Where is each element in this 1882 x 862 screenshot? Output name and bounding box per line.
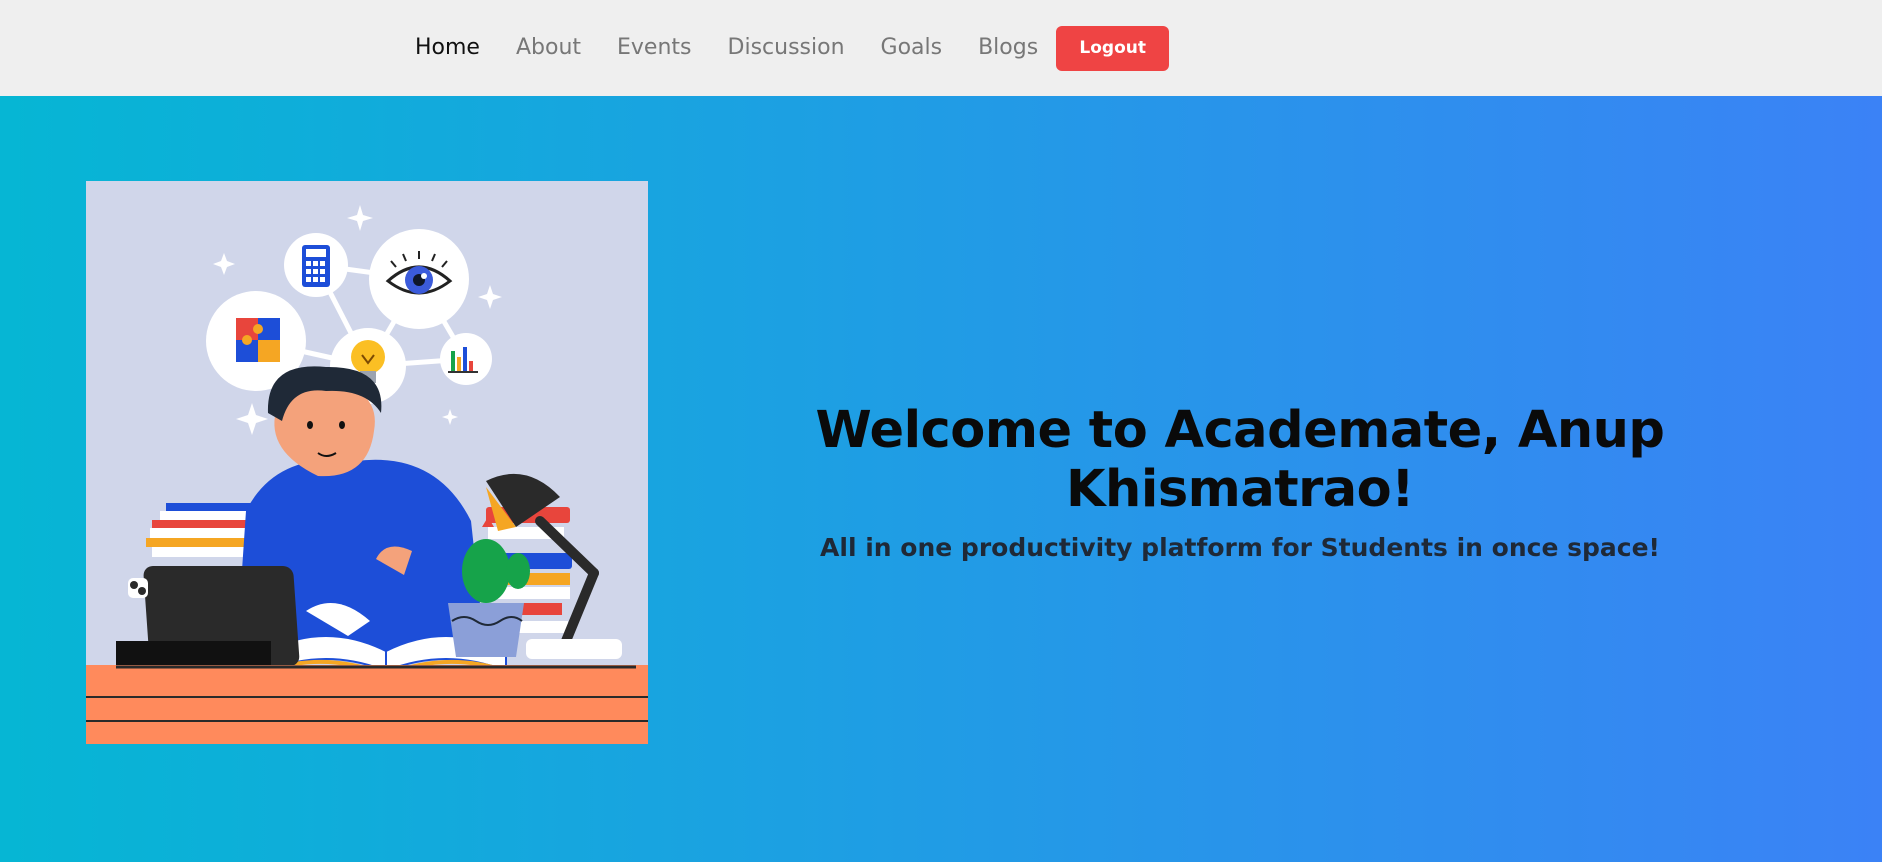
nav-about-link[interactable]: About [516, 25, 581, 71]
hero-text: Welcome to Academate, Anup Khismatrao! A… [680, 401, 1800, 562]
nav-home-link[interactable]: Home [415, 25, 480, 71]
nav-blogs-link[interactable]: Blogs [978, 25, 1038, 71]
nav-goals-link[interactable]: Goals [881, 25, 943, 71]
hero-section: Welcome to Academate, Anup Khismatrao! A… [0, 96, 1882, 862]
student-studying-illustration [86, 181, 648, 744]
desk [86, 665, 648, 744]
welcome-title: Welcome to Academate, Anup Khismatrao! [815, 401, 1665, 519]
nav-events-link[interactable]: Events [617, 25, 692, 71]
logout-button[interactable]: Logout [1056, 25, 1170, 71]
navbar: Home About Events Discussion Goals Blogs… [0, 0, 1882, 96]
calculator-icon [302, 245, 330, 287]
tagline: All in one productivity platform for Stu… [820, 533, 1660, 562]
nav-links: Home About Events Discussion Goals Blogs… [415, 25, 1170, 71]
puzzle-icon [236, 318, 280, 362]
nav-discussion-link[interactable]: Discussion [728, 25, 845, 71]
